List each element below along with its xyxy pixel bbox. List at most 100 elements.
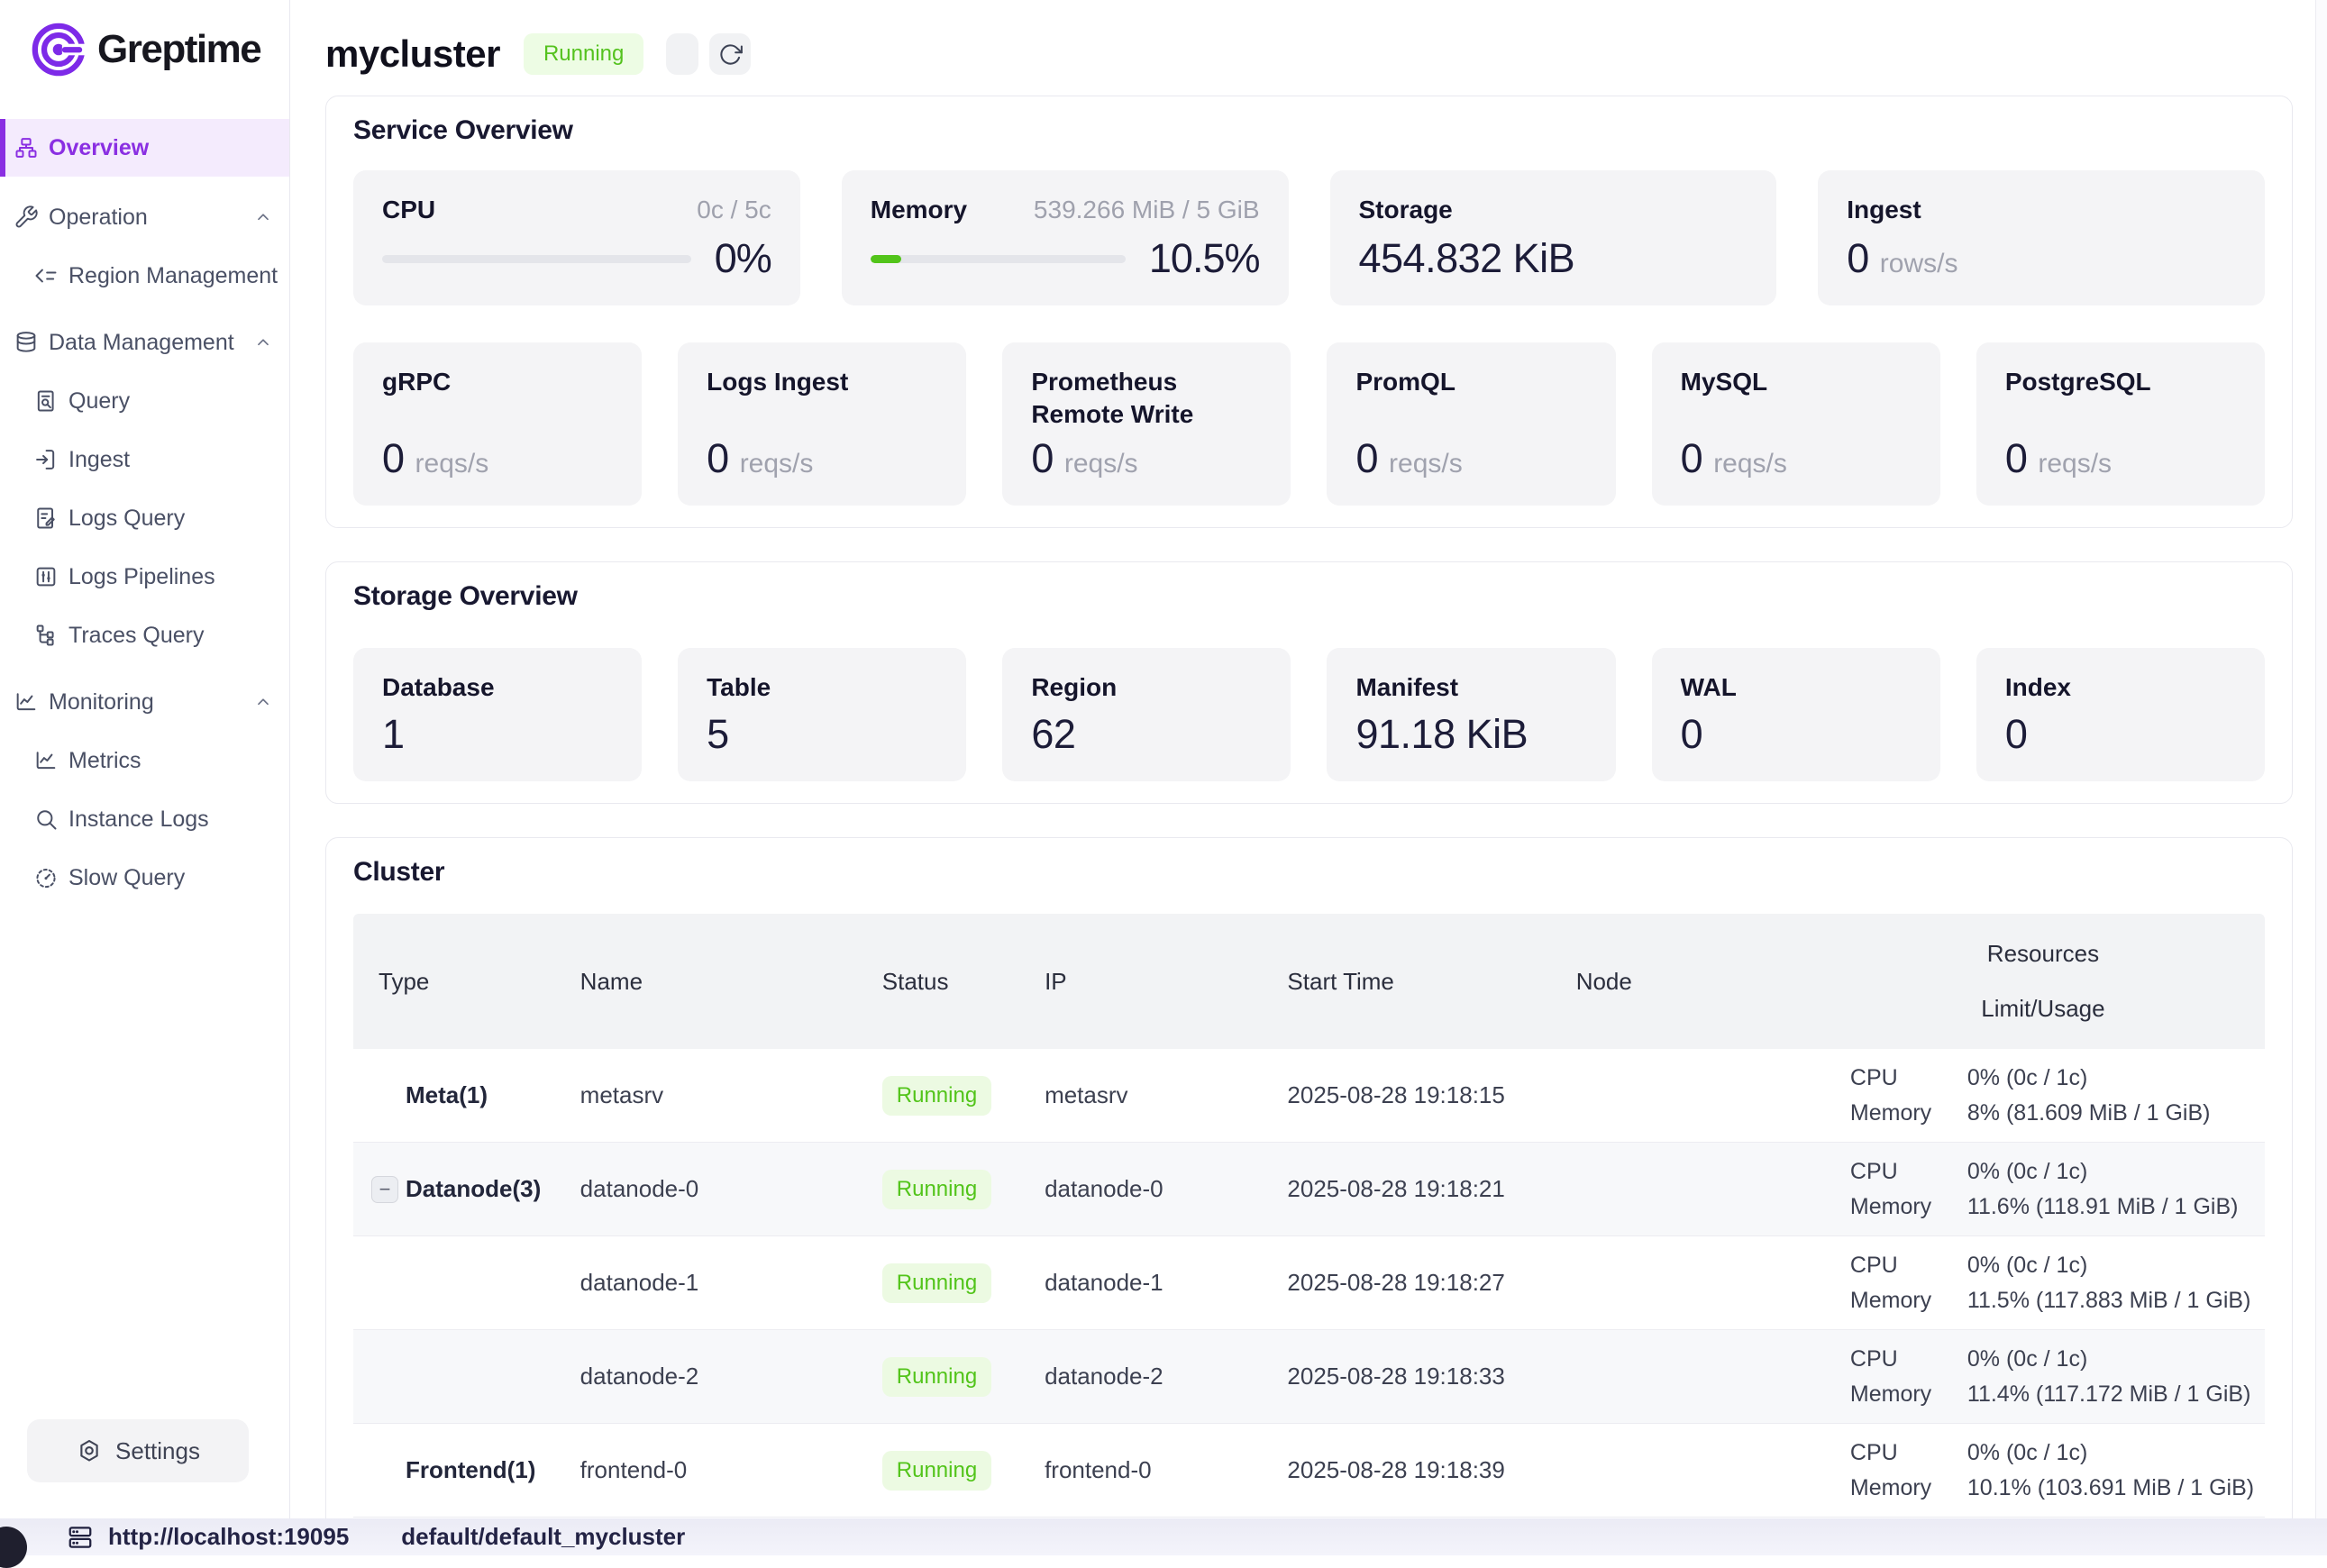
sidebar-item-traces-query[interactable]: Traces Query <box>0 609 289 661</box>
storage-card-value: 62 <box>1031 711 1262 758</box>
memory-label: Memory <box>871 194 967 226</box>
cpu-res-value: 0% (0c / 1c) <box>1967 1440 2087 1466</box>
brand-name: Greptime <box>97 27 260 72</box>
rate-label: gRPC <box>382 366 613 398</box>
row-name: datanode-0 <box>570 1175 871 1203</box>
sidebar-group-monitoring[interactable]: Monitoring <box>0 676 289 728</box>
logs-ingest-card: Logs Ingest 0 reqs/s <box>678 342 966 506</box>
status-badge: Running <box>882 1076 991 1116</box>
rate-unit: reqs/s <box>2038 449 2112 479</box>
memory-res-label: Memory <box>1850 1194 1967 1220</box>
settings-button[interactable]: Settings <box>27 1419 249 1482</box>
sidebar-group-operation[interactable]: Operation <box>0 191 289 243</box>
postgresql-card: PostgreSQL 0 reqs/s <box>1976 342 2265 506</box>
service-gauge-cards: CPU 0c / 5c 0% Memory 539.266 MiB / 5 Gi… <box>353 170 2265 305</box>
row-name: metasrv <box>570 1081 871 1109</box>
sidebar: Greptime Overview Operation <box>0 0 290 1518</box>
refresh-button[interactable] <box>709 33 751 75</box>
rate-value: 0 <box>1681 435 1703 482</box>
memory-res-value: 8% (81.609 MiB / 1 GiB) <box>1967 1100 2211 1126</box>
server-url: http://localhost:19095 <box>108 1523 349 1551</box>
cpu-res-value: 0% (0c / 1c) <box>1967 1346 2087 1372</box>
cluster-status-badge: Running <box>524 33 643 75</box>
rate-unit: reqs/s <box>415 449 489 479</box>
row-resources: CPU0% (0c / 1c) Memory10.1% (103.691 MiB… <box>1821 1440 2265 1501</box>
storage-card-value: 0 <box>1681 711 1912 758</box>
sidebar-item-logs-pipelines[interactable]: Logs Pipelines <box>0 551 289 603</box>
ingest-label: Ingest <box>1847 194 1921 226</box>
sidebar-item-label: Metrics <box>68 748 141 774</box>
sidebar-item-slow-query[interactable]: Slow Query <box>0 852 289 904</box>
storage-card-label: Manifest <box>1355 671 1586 704</box>
cluster-action-button[interactable] <box>666 33 698 75</box>
memory-res-value: 11.6% (118.91 MiB / 1 GiB) <box>1967 1194 2239 1220</box>
storage-card-label: WAL <box>1681 671 1912 704</box>
collapse-datanode-button[interactable]: − <box>371 1176 398 1203</box>
row-ip: metasrv <box>1034 1081 1276 1109</box>
section-title-storage-overview: Storage Overview <box>353 582 2265 611</box>
memory-card: Memory 539.266 MiB / 5 GiB 10.5% <box>842 170 1289 305</box>
cluster-table: Type Name Status IP Start Time Node Reso… <box>353 914 2265 1518</box>
memory-progress-track <box>871 255 1126 263</box>
cluster-table-header: Type Name Status IP Start Time Node Reso… <box>353 914 2265 1049</box>
sidebar-item-label: Logs Query <box>68 506 185 532</box>
status-badge: Running <box>882 1263 991 1303</box>
sidebar-group-label: Monitoring <box>49 689 154 716</box>
chevron-up-icon <box>253 692 273 712</box>
rate-label: PostgreSQL <box>2005 366 2236 398</box>
ingest-icon <box>33 447 59 472</box>
sidebar-item-label: Logs Pipelines <box>68 564 215 590</box>
index-card: Index 0 <box>1976 648 2265 781</box>
search-icon <box>33 807 59 832</box>
sidebar-group-data-management[interactable]: Data Management <box>0 316 289 369</box>
memory-percent: 10.5% <box>1149 235 1260 282</box>
memory-res-label: Memory <box>1850 1381 1967 1408</box>
sidebar-item-metrics[interactable]: Metrics <box>0 734 289 787</box>
promql-card: PromQL 0 reqs/s <box>1327 342 1615 506</box>
storage-card-label: Database <box>382 671 613 704</box>
server-icon <box>67 1524 94 1551</box>
row-name: frontend-0 <box>570 1456 871 1484</box>
rate-unit: reqs/s <box>1064 449 1138 479</box>
sidebar-item-instance-logs[interactable]: Instance Logs <box>0 793 289 845</box>
rate-unit: reqs/s <box>1389 449 1463 479</box>
row-ip: frontend-0 <box>1034 1456 1276 1484</box>
memory-res-value: 11.5% (117.883 MiB / 1 GiB) <box>1967 1288 2251 1314</box>
memory-res-label: Memory <box>1850 1288 1967 1314</box>
memory-res-value: 11.4% (117.172 MiB / 1 GiB) <box>1967 1381 2251 1408</box>
scrollbar[interactable] <box>2315 0 2327 1518</box>
status-badge: Running <box>882 1451 991 1491</box>
cpu-res-label: CPU <box>1850 1346 1967 1372</box>
rate-unit: reqs/s <box>740 449 814 479</box>
sidebar-item-overview[interactable]: Overview <box>0 119 289 177</box>
row-start-time: 2025-08-28 19:18:33 <box>1276 1363 1565 1390</box>
row-ip: datanode-2 <box>1034 1363 1276 1390</box>
rate-value: 0 <box>1031 435 1054 482</box>
column-header-ip: IP <box>1034 968 1276 996</box>
memory-progress-fill <box>871 255 901 263</box>
status-badge: Running <box>882 1357 991 1397</box>
sidebar-item-label: Overview <box>49 135 149 161</box>
sidebar-item-ingest[interactable]: Ingest <box>0 433 289 486</box>
rate-label: Prometheus Remote Write <box>1031 366 1262 432</box>
rate-label: Logs Ingest <box>707 366 937 398</box>
sidebar-group-label: Operation <box>49 205 148 231</box>
column-header-type: Type <box>353 968 570 996</box>
sidebar-item-label: Region Management <box>68 263 278 289</box>
cpu-res-label: CPU <box>1850 1159 1967 1185</box>
storage-cards: Database 1 Table 5 Region 62 Manifest 91… <box>353 648 2265 781</box>
sidebar-item-region-management[interactable]: Region Management <box>0 250 289 302</box>
gear-icon <box>76 1437 103 1464</box>
row-resources: CPU0% (0c / 1c) Memory11.6% (118.91 MiB … <box>1821 1159 2265 1220</box>
sidebar-item-query[interactable]: Query <box>0 375 289 427</box>
wrench-icon <box>14 205 39 230</box>
main-content: mycluster Running Service Overview CPU 0… <box>291 0 2327 1518</box>
database-card: Database 1 <box>353 648 642 781</box>
manifest-card: Manifest 91.18 KiB <box>1327 648 1615 781</box>
row-type: Frontend(1) <box>406 1456 535 1484</box>
row-ip: datanode-1 <box>1034 1269 1276 1297</box>
sidebar-item-logs-query[interactable]: Logs Query <box>0 492 289 544</box>
overview-icon <box>14 135 39 160</box>
column-header-name: Name <box>570 968 871 996</box>
chart-line-icon <box>14 689 39 715</box>
